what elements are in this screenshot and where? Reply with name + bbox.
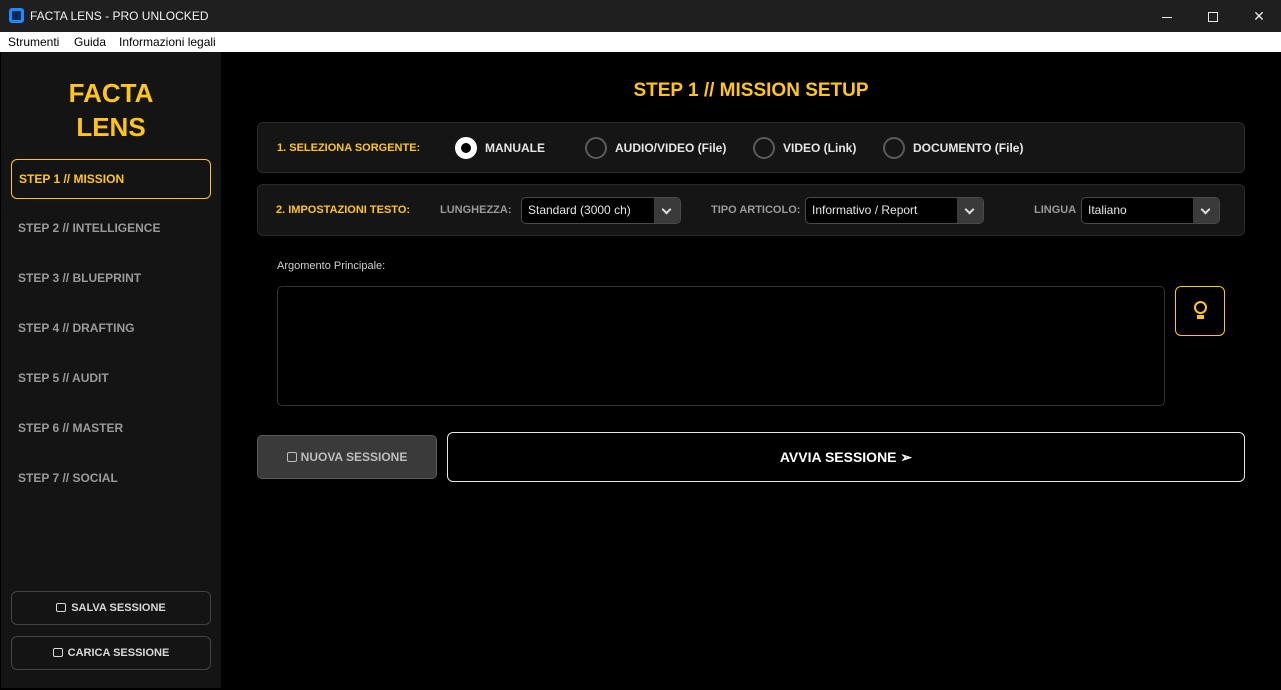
- maximize-button[interactable]: [1190, 0, 1236, 32]
- chevron-down-icon: [957, 198, 983, 223]
- sidebar-item-step-6[interactable]: STEP 6 // MASTER: [11, 409, 211, 449]
- topic-textarea[interactable]: [277, 286, 1165, 406]
- text-settings-panel: 2. IMPOSTAZIONI TESTO: LUNGHEZZA: Standa…: [257, 184, 1245, 236]
- radio-video-link[interactable]: VIDEO (Link): [753, 137, 856, 159]
- title-bar: FACTA LENS - PRO UNLOCKED ✕: [0, 0, 1281, 32]
- source-label: 1. SELEZIONA SORGENTE:: [277, 142, 421, 154]
- menu-bar: Strumenti Guida Informazioni legali: [0, 32, 1281, 52]
- radio-documento-label: DOCUMENTO (File): [913, 141, 1024, 155]
- topic-label: Argomento Principale:: [277, 260, 386, 272]
- article-type-label: TIPO ARTICOLO:: [711, 204, 801, 216]
- radio-manuale[interactable]: MANUALE: [455, 137, 545, 159]
- start-session-button[interactable]: AVVIA SESSIONE ➢: [447, 432, 1245, 482]
- minimize-icon: [1162, 16, 1172, 18]
- reset-icon: [286, 452, 297, 462]
- article-type-value: Informativo / Report: [812, 203, 918, 217]
- load-session-label: CARICA SESSIONE: [67, 647, 170, 659]
- lightbulb-icon: [1194, 301, 1207, 314]
- suggest-topic-button[interactable]: [1175, 286, 1225, 336]
- new-session-button[interactable]: NUOVA SESSIONE: [257, 435, 437, 479]
- article-type-select[interactable]: Informativo / Report: [805, 197, 984, 224]
- radio-documento[interactable]: DOCUMENTO (File): [883, 137, 1023, 159]
- length-label: LUNGHEZZA:: [440, 204, 512, 216]
- save-session-label: SALVA SESSIONE: [71, 602, 166, 614]
- close-button[interactable]: ✕: [1236, 0, 1281, 32]
- sidebar-item-step-4[interactable]: STEP 4 // DRAFTING: [11, 309, 211, 349]
- maximize-icon: [1208, 12, 1218, 23]
- new-session-label: NUOVA SESSIONE: [300, 450, 408, 464]
- sidebar-item-step-7[interactable]: STEP 7 // SOCIAL: [11, 459, 211, 499]
- radio-audio-video[interactable]: AUDIO/VIDEO (File): [585, 137, 726, 159]
- window-title: FACTA LENS - PRO UNLOCKED: [30, 9, 209, 23]
- radio-empty-icon: [883, 137, 905, 159]
- length-value: Standard (3000 ch): [528, 203, 631, 217]
- folder-open-icon: [52, 648, 63, 657]
- radio-empty-icon: [753, 137, 775, 159]
- save-session-button[interactable]: SALVA SESSIONE: [11, 591, 211, 625]
- language-select[interactable]: Italiano: [1081, 197, 1220, 224]
- close-icon: ✕: [1253, 8, 1265, 24]
- radio-manuale-label: MANUALE: [485, 141, 545, 155]
- menu-informazioni-legali[interactable]: Informazioni legali: [119, 35, 216, 49]
- sidebar-item-step-3[interactable]: STEP 3 // BLUEPRINT: [11, 259, 211, 299]
- length-select[interactable]: Standard (3000 ch): [521, 197, 681, 224]
- radio-selected-icon: [455, 137, 477, 159]
- radio-video-link-label: VIDEO (Link): [783, 141, 857, 155]
- radio-empty-icon: [585, 137, 607, 159]
- language-value: Italiano: [1088, 203, 1127, 217]
- sidebar-item-step-1[interactable]: STEP 1 // MISSION: [11, 159, 211, 199]
- minimize-button[interactable]: [1144, 0, 1190, 32]
- lightbulb-base: [1197, 315, 1204, 319]
- page-title: STEP 1 // MISSION SETUP: [633, 80, 869, 101]
- chevron-down-icon: [1193, 198, 1219, 223]
- sidebar-item-step-2[interactable]: STEP 2 // INTELLIGENCE: [11, 209, 211, 249]
- app-window: FACTA LENS - PRO UNLOCKED ✕ Strumenti Gu…: [0, 0, 1281, 690]
- menu-strumenti[interactable]: Strumenti: [8, 35, 59, 49]
- load-session-button[interactable]: CARICA SESSIONE: [11, 636, 211, 670]
- language-label: LINGUA: [1034, 204, 1077, 216]
- text-settings-label: 2. IMPOSTAZIONI TESTO:: [276, 204, 411, 216]
- source-panel: 1. SELEZIONA SORGENTE: MANUALE AUDIO/VID…: [257, 122, 1245, 173]
- sidebar-item-step-5[interactable]: STEP 5 // AUDIT: [11, 359, 211, 399]
- logo-line-1: FACTA: [68, 78, 154, 108]
- app-icon: [9, 8, 24, 23]
- logo-line-2: LENS: [76, 112, 146, 142]
- menu-guida[interactable]: Guida: [74, 35, 106, 49]
- save-icon: [56, 603, 67, 612]
- sidebar: FACTA LENS STEP 1 // MISSION STEP 2 // I…: [1, 52, 221, 688]
- radio-audio-video-label: AUDIO/VIDEO (File): [615, 141, 727, 155]
- chevron-down-icon: [654, 198, 680, 223]
